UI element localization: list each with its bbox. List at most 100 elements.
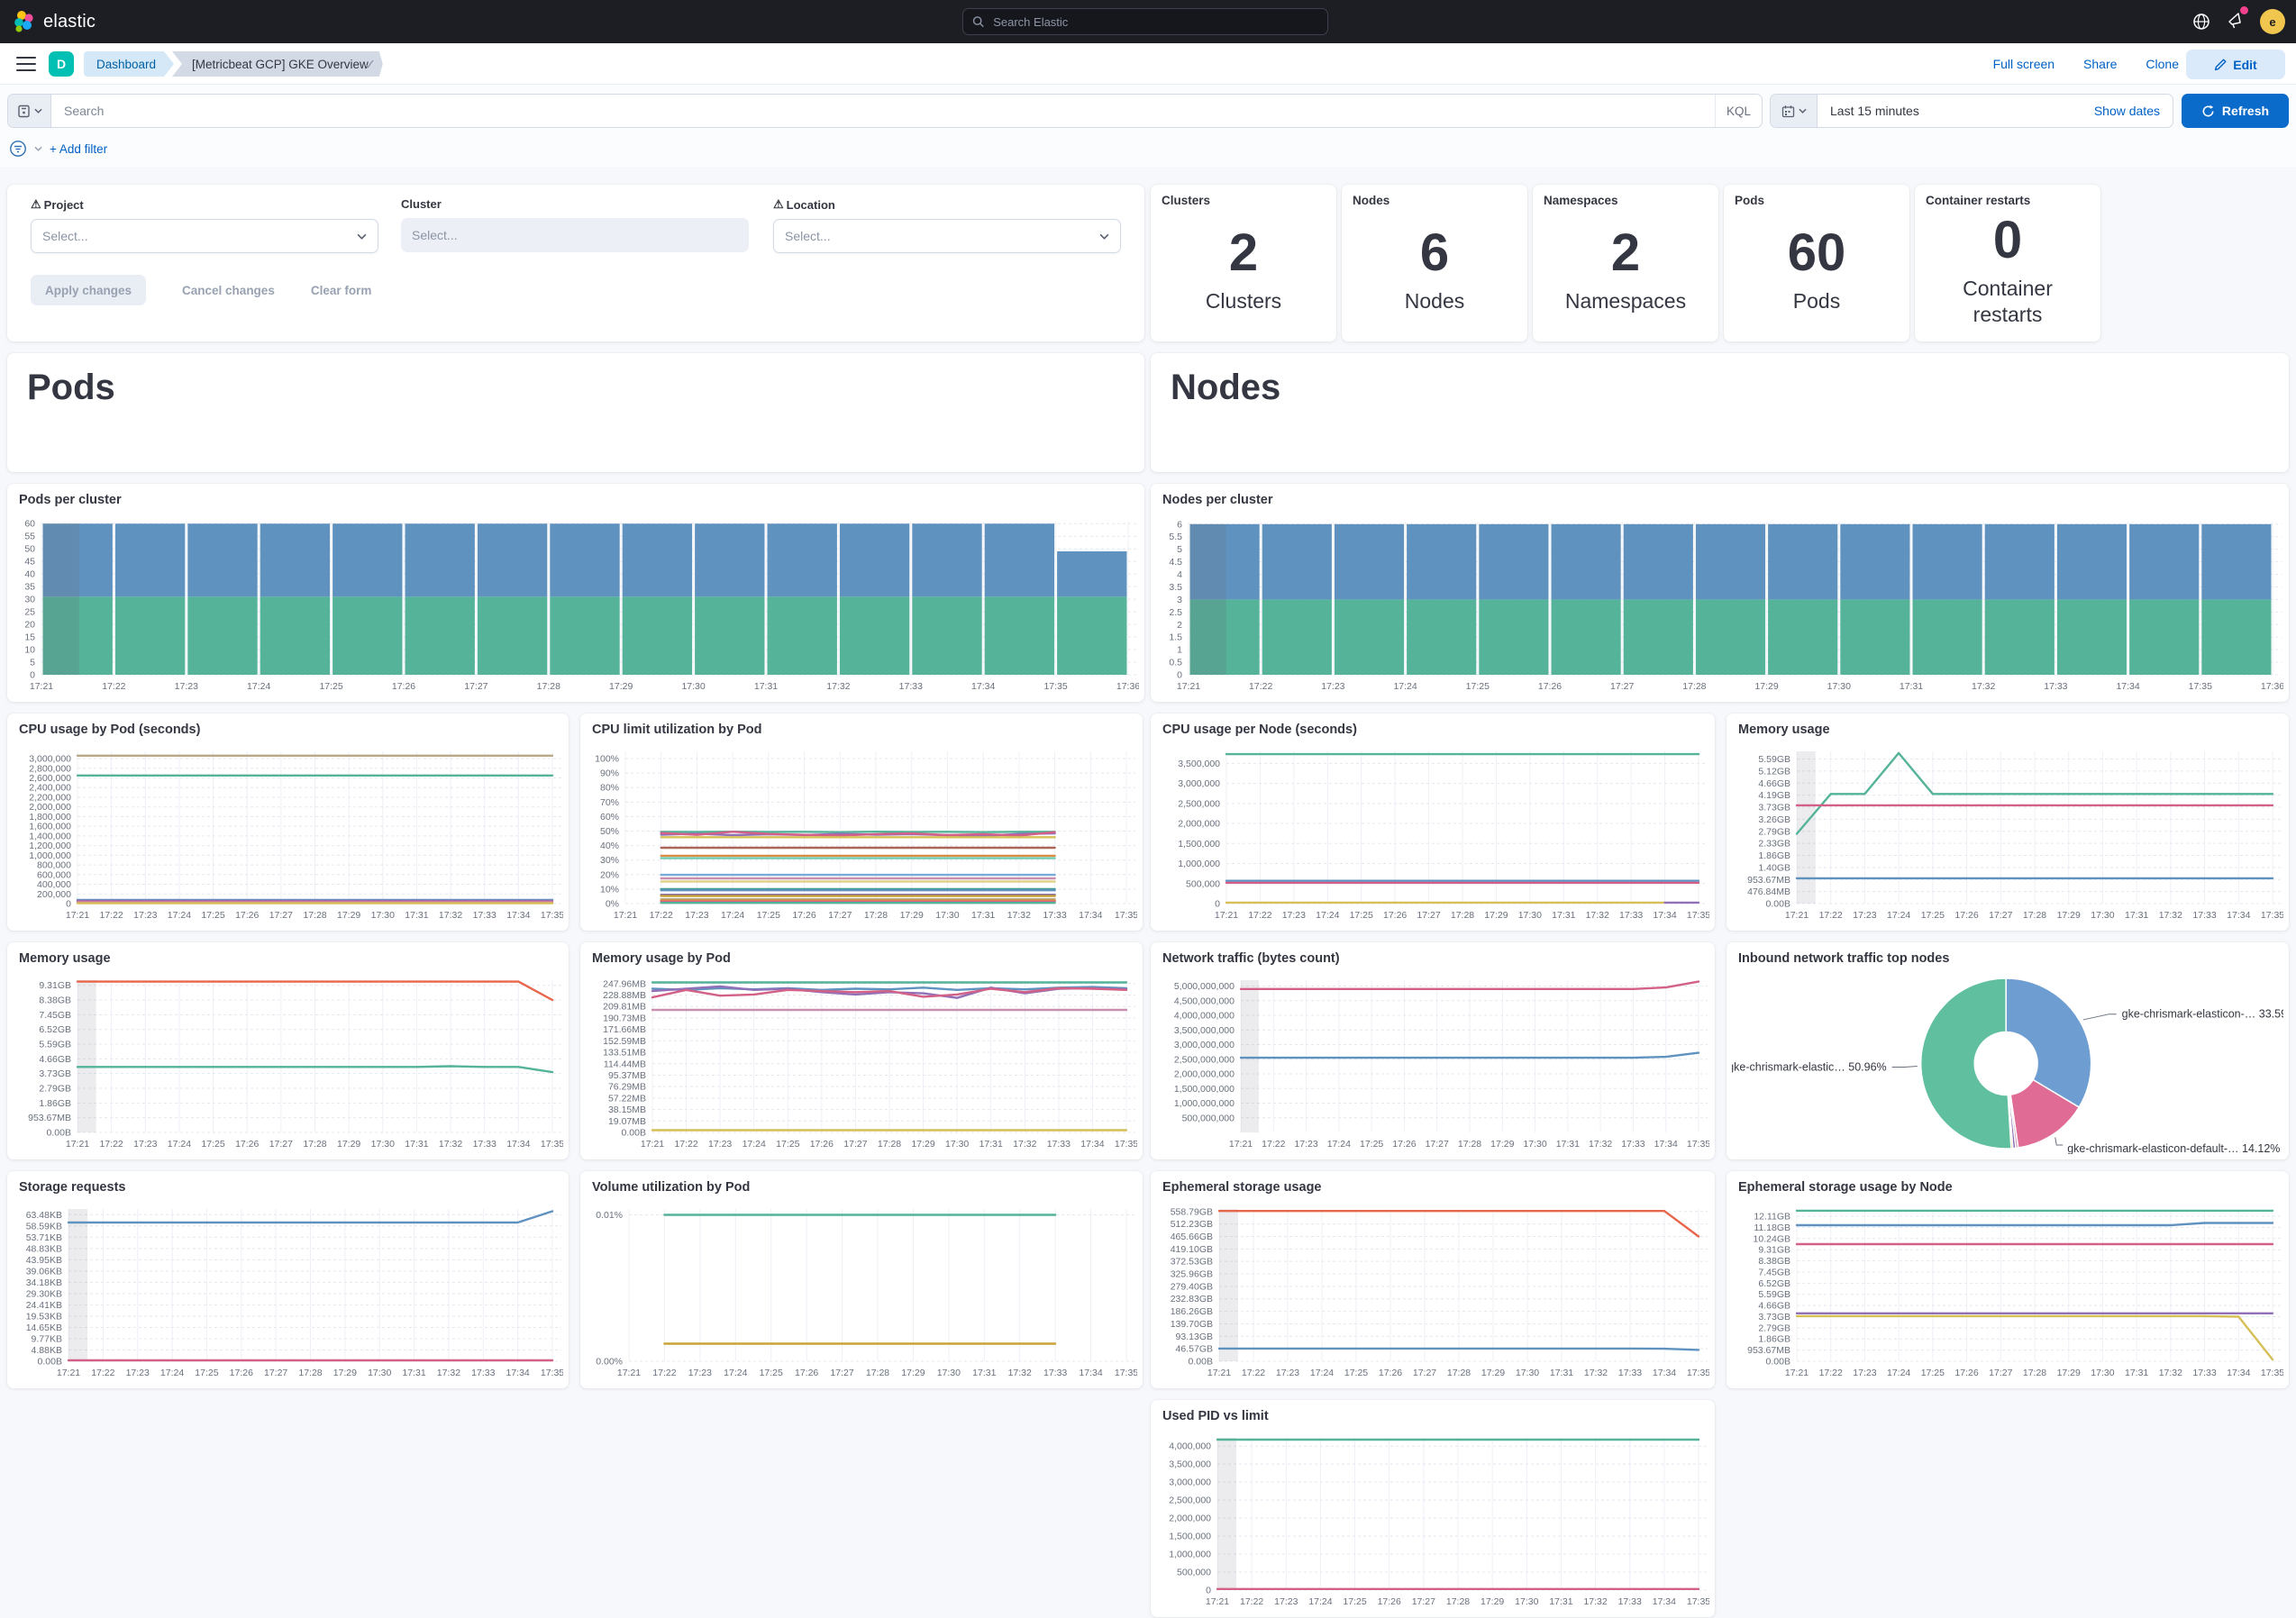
svg-text:17:28: 17:28 xyxy=(1447,1368,1471,1378)
apply-changes-button[interactable]: Apply changes xyxy=(31,275,146,305)
svg-text:17:31: 17:31 xyxy=(979,1139,1003,1150)
edit-button[interactable]: Edit xyxy=(2186,50,2285,79)
svg-text:2,200,000: 2,200,000 xyxy=(29,792,71,803)
svg-text:0.00%: 0.00% xyxy=(596,1357,623,1368)
svg-text:17:35: 17:35 xyxy=(1687,1596,1709,1607)
svg-text:17:21: 17:21 xyxy=(1785,1368,1809,1378)
svg-text:17:32: 17:32 xyxy=(1586,910,1609,921)
panel-title: Ephemeral storage usage by Node xyxy=(1727,1171,2289,1195)
share-button[interactable]: Share xyxy=(2083,57,2117,71)
svg-text:1,000,000: 1,000,000 xyxy=(29,850,71,861)
panel-ephemeral-storage-by-node: Ephemeral storage usage by Node 17:21 17:… xyxy=(1727,1171,2289,1388)
svg-text:17:30: 17:30 xyxy=(1523,1139,1546,1150)
help-globe-icon[interactable] xyxy=(2191,12,2211,32)
global-search[interactable] xyxy=(962,8,1328,35)
chevron-down-icon[interactable] xyxy=(34,146,42,151)
add-filter-button[interactable]: + Add filter xyxy=(50,142,107,156)
svg-text:17:28: 17:28 xyxy=(864,910,888,921)
breadcrumb-dashboard[interactable]: Dashboard xyxy=(84,51,174,77)
svg-text:17:31: 17:31 xyxy=(1900,681,1923,692)
svg-text:17:36: 17:36 xyxy=(1116,681,1139,692)
svg-text:17:29: 17:29 xyxy=(1481,1368,1505,1378)
time-range-value[interactable]: Last 15 minutes xyxy=(1818,104,2094,118)
elastic-logo[interactable]: elastic xyxy=(0,10,96,33)
cpu-usage-per-node-chart: 17:2117:2217:2317:2417:2517:2617:2717:28… xyxy=(1156,744,1709,925)
svg-text:5,000,000,000: 5,000,000,000 xyxy=(1174,981,1235,992)
svg-text:0.00B: 0.00B xyxy=(622,1128,646,1139)
svg-text:558.79GB: 558.79GB xyxy=(1171,1206,1213,1217)
cancel-changes-button[interactable]: Cancel changes xyxy=(182,284,275,297)
svg-text:17:31: 17:31 xyxy=(405,910,428,921)
svg-text:9.31GB: 9.31GB xyxy=(39,980,71,991)
svg-text:17:24: 17:24 xyxy=(1327,1139,1351,1150)
project-select-placeholder: Select... xyxy=(42,229,88,243)
dashboard-app-icon[interactable]: D xyxy=(49,51,74,77)
svg-text:953.67MB: 953.67MB xyxy=(28,1113,71,1123)
svg-text:1,500,000,000: 1,500,000,000 xyxy=(1174,1084,1235,1095)
location-select[interactable]: Select... xyxy=(773,219,1121,253)
svg-text:17:21: 17:21 xyxy=(1215,910,1238,921)
metric-label: Nodes xyxy=(1405,288,1464,314)
svg-text:50%: 50% xyxy=(600,826,619,837)
svg-text:17:32: 17:32 xyxy=(439,1139,462,1150)
show-dates-button[interactable]: Show dates xyxy=(2094,104,2173,118)
user-avatar[interactable]: e xyxy=(2260,9,2285,34)
svg-text:17:24: 17:24 xyxy=(1316,910,1339,921)
svg-text:17:34: 17:34 xyxy=(1654,1139,1678,1150)
cluster-select[interactable]: Select... xyxy=(401,218,749,252)
clone-button[interactable]: Clone xyxy=(2146,57,2179,71)
svg-text:17:29: 17:29 xyxy=(2057,910,2081,921)
query-language-button[interactable]: KQL xyxy=(1715,95,1762,127)
svg-text:0%: 0% xyxy=(606,899,619,910)
panel-title: Inbound network traffic top nodes xyxy=(1727,942,2289,966)
panel-title: Nodes per cluster xyxy=(1151,484,2289,507)
svg-text:17:29: 17:29 xyxy=(901,1368,925,1378)
svg-text:17:29: 17:29 xyxy=(609,681,633,692)
global-search-input[interactable] xyxy=(991,14,1318,30)
svg-text:5.59GB: 5.59GB xyxy=(1758,1289,1790,1300)
elastic-logo-icon xyxy=(13,10,36,33)
clear-form-button[interactable]: Clear form xyxy=(311,284,372,297)
nodes-per-cluster-chart: 17:2117:2217:2317:2417:2517:2617:2717:28… xyxy=(1156,514,2283,696)
svg-text:17:22: 17:22 xyxy=(674,1139,697,1150)
refresh-icon xyxy=(2201,105,2215,118)
memory-usage-nodes-chart: 17:2117:2217:2317:2417:2517:2617:2717:28… xyxy=(1732,744,2283,925)
full-screen-button[interactable]: Full screen xyxy=(1993,57,2055,71)
menu-icon[interactable] xyxy=(16,57,36,71)
project-select[interactable]: Select... xyxy=(31,219,378,253)
control-cluster: Cluster Select... xyxy=(401,197,749,252)
svg-text:17:31: 17:31 xyxy=(1550,1368,1573,1378)
svg-text:7.45GB: 7.45GB xyxy=(1758,1267,1790,1277)
svg-text:800,000: 800,000 xyxy=(37,860,71,871)
svg-text:17:24: 17:24 xyxy=(724,1368,747,1378)
svg-text:17:31: 17:31 xyxy=(2125,1368,2148,1378)
svg-text:8.38GB: 8.38GB xyxy=(39,995,71,1006)
svg-text:100%: 100% xyxy=(595,754,619,765)
svg-text:17:30: 17:30 xyxy=(935,910,959,921)
svg-text:17:33: 17:33 xyxy=(473,1139,497,1150)
breadcrumb-current-page[interactable]: [Metricbeat GCP] GKE Overview xyxy=(172,51,383,77)
svg-text:17:23: 17:23 xyxy=(1274,1596,1298,1607)
svg-text:0: 0 xyxy=(1177,670,1182,681)
svg-text:512.23GB: 512.23GB xyxy=(1171,1219,1213,1230)
svg-text:190.73MB: 190.73MB xyxy=(603,1013,646,1023)
svg-text:17:27: 17:27 xyxy=(828,910,852,921)
panel-title: Used PID vs limit xyxy=(1151,1400,1715,1423)
svg-text:34.18KB: 34.18KB xyxy=(26,1277,62,1288)
svg-text:17:27: 17:27 xyxy=(843,1139,867,1150)
refresh-button[interactable]: Refresh xyxy=(2182,94,2289,128)
notifications-icon[interactable] xyxy=(2226,10,2246,34)
svg-text:1,000,000: 1,000,000 xyxy=(1178,859,1220,869)
query-input[interactable] xyxy=(51,104,1715,118)
svg-text:17:32: 17:32 xyxy=(1589,1139,1612,1150)
svg-text:17:25: 17:25 xyxy=(1360,1139,1383,1150)
saved-query-menu-button[interactable] xyxy=(8,95,51,127)
panel-title: Memory usage xyxy=(7,942,569,966)
date-quick-select-button[interactable] xyxy=(1771,95,1818,127)
svg-text:17:21: 17:21 xyxy=(614,910,637,921)
svg-text:17:26: 17:26 xyxy=(235,910,259,921)
filter-icon[interactable] xyxy=(9,140,27,158)
ephemeral-storage-chart: 17:2117:2217:2317:2417:2517:2617:2717:28… xyxy=(1156,1202,1709,1383)
metric-label: Namespaces xyxy=(1565,288,1686,314)
svg-text:17:34: 17:34 xyxy=(1079,1368,1102,1378)
